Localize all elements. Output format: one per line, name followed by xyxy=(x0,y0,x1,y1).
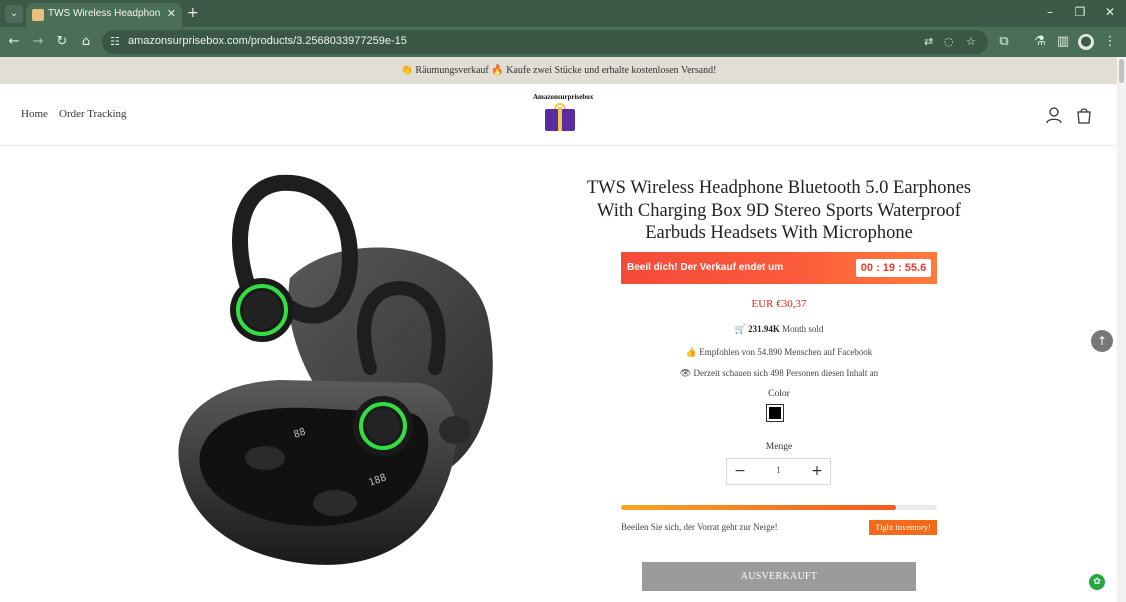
store-header: Home Order Tracking Amazonsurprisebox xyxy=(0,84,1117,146)
browser-toolbar: ← → ↻ ⌂ ☷ amazonsurprisebox.com/products… xyxy=(0,27,1126,57)
quantity-input[interactable]: 1 xyxy=(753,459,804,484)
extensions-icon[interactable]: ⧉ xyxy=(996,34,1012,50)
cart-bag-icon[interactable] xyxy=(1075,106,1093,124)
color-swatch-fill xyxy=(769,407,781,419)
recommendation-line: 👍 Empfohlen von 54.890 Menschen auf Face… xyxy=(621,347,937,358)
translate-icon[interactable]: ⇄ xyxy=(924,35,933,48)
close-icon[interactable]: ✕ xyxy=(1100,5,1120,19)
nav-order-tracking-link[interactable]: Order Tracking xyxy=(59,108,127,120)
back-to-top-button[interactable]: ↑ xyxy=(1091,330,1113,352)
product-title: TWS Wireless Headphone Bluetooth 5.0 Ear… xyxy=(586,178,972,243)
browser-tab-bar: ⌄ TWS Wireless Headphone Blueto ✕ + – ❐ … xyxy=(0,0,1126,27)
page-scrollbar[interactable] xyxy=(1117,57,1126,602)
tab-search-icon[interactable]: ⌄ xyxy=(5,5,23,23)
store-logo[interactable]: Amazonsurprisebox xyxy=(533,93,594,135)
sold-out-button[interactable]: AUSVERKAUFT xyxy=(642,562,916,591)
address-bar[interactable]: ☷ amazonsurprisebox.com/products/3.25680… xyxy=(102,30,988,54)
color-label: Color xyxy=(768,389,790,399)
reload-icon[interactable]: ↻ xyxy=(54,34,70,50)
stock-warning-text: Beeilen Sie sich, der Vorrat geht zur Ne… xyxy=(621,522,778,532)
labs-icon[interactable]: ⚗ xyxy=(1032,34,1048,50)
color-swatch-black[interactable] xyxy=(766,404,784,422)
nav-home-link[interactable]: Home xyxy=(21,108,48,120)
url-text[interactable]: amazonsurprisebox.com/products/3.2568033… xyxy=(128,35,407,47)
forward-icon[interactable]: → xyxy=(30,34,46,50)
browser-menu-icon[interactable]: ⋮ xyxy=(1102,34,1118,50)
gift-bow xyxy=(554,103,566,109)
site-info-icon[interactable]: ☷ xyxy=(110,35,120,48)
thumbs-up-icon: 👍 xyxy=(685,347,697,357)
stock-progress-fill xyxy=(621,505,896,510)
recommendation-text: Empfohlen von 54.890 Menschen auf Facebo… xyxy=(699,347,873,357)
browser-tab[interactable]: TWS Wireless Headphone Blueto ✕ xyxy=(26,3,182,27)
quantity-stepper: − 1 + xyxy=(726,458,831,485)
sales-line: 🛒 231.94K Month sold xyxy=(621,324,937,335)
viewers-text: Derzeit schauen sich 498 Personen diesen… xyxy=(693,368,879,378)
stock-progress-bar xyxy=(621,505,937,510)
sold-label: Month sold xyxy=(782,324,824,334)
tight-inventory-badge: Tight inventory! xyxy=(869,520,937,535)
quantity-decrease-button[interactable]: − xyxy=(727,459,753,484)
countdown-banner: Beeil dich! Der Verkauf endet um 00 : 19… xyxy=(621,252,937,284)
product-price: EUR €30,37 xyxy=(751,298,807,310)
countdown-label: Beeil dich! Der Verkauf endet um xyxy=(627,262,784,273)
minimize-icon[interactable]: – xyxy=(1040,5,1060,19)
bookmark-star-icon[interactable]: ☆ xyxy=(966,35,976,48)
tab-favicon xyxy=(32,9,44,21)
quantity-label: Menge xyxy=(765,442,793,452)
chat-widget-icon[interactable]: ✿ xyxy=(1089,574,1105,590)
logo-text: Amazonsurprisebox xyxy=(533,93,594,101)
home-icon[interactable]: ⌂ xyxy=(78,34,94,50)
cart-icon: 🛒 xyxy=(734,324,746,334)
eye-icon: 👁 xyxy=(679,368,692,378)
viewers-line: 👁 Derzeit schauen sich 498 Personen dies… xyxy=(621,368,937,379)
tab-close-icon[interactable]: ✕ xyxy=(167,7,176,20)
gift-ribbon xyxy=(558,107,562,131)
tab-title: TWS Wireless Headphone Blueto xyxy=(48,8,160,19)
profile-avatar-icon[interactable]: ● xyxy=(1078,34,1094,50)
restore-icon[interactable]: ❐ xyxy=(1070,5,1090,19)
side-panel-icon[interactable]: ▥ xyxy=(1055,34,1071,50)
scrollbar-thumb[interactable] xyxy=(1119,59,1124,83)
announcement-bar: 👏 Räumungsverkauf 🔥 Kaufe zwei Stücke un… xyxy=(0,57,1117,84)
new-tab-button[interactable]: + xyxy=(187,5,199,21)
countdown-timer: 00 : 19 : 55.6 xyxy=(856,259,931,277)
eye-off-icon[interactable]: ◌ xyxy=(944,35,954,48)
sold-count: 231.94K xyxy=(748,324,780,334)
product-image[interactable]: 88 188 xyxy=(170,168,500,593)
quantity-increase-button[interactable]: + xyxy=(804,459,830,484)
back-icon[interactable]: ← xyxy=(6,34,22,50)
account-icon[interactable] xyxy=(1045,106,1063,124)
